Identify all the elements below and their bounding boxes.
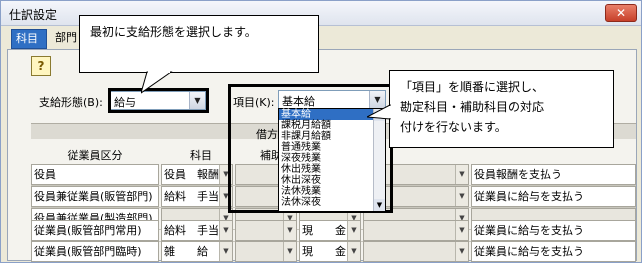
callout-second-line2: 勘定科目・補助科目の対応 — [400, 100, 545, 114]
debit-account: 給料 手当 — [164, 224, 219, 237]
description-cell[interactable]: 役員報酬を支払う — [471, 164, 636, 185]
chevron-down-icon[interactable]: ▼ — [455, 221, 468, 240]
tab-kamoku[interactable]: 科目 — [11, 29, 47, 49]
debit-sub-cell[interactable]: ▼ — [235, 220, 297, 241]
header-employee-kubun: 従業員区分 — [67, 149, 123, 162]
help-icon[interactable]: ? — [31, 56, 51, 76]
callout-second-line3: 付けを行ないます。 — [400, 120, 507, 134]
debit-account-cell[interactable]: 給料 手当 ▼ — [161, 186, 233, 207]
description-cell[interactable]: 従業員に給与を支払う — [471, 186, 636, 207]
debit-account-cell[interactable]: 雑 給 ▼ — [161, 241, 233, 262]
dropdown-option[interactable]: 休出深夜 — [279, 175, 385, 186]
chevron-down-icon[interactable]: ▼ — [347, 242, 360, 261]
chevron-down-icon[interactable]: ▼ — [455, 165, 468, 184]
scroll-down-icon[interactable]: ▼ — [374, 199, 385, 211]
debit-sub-cell[interactable]: ▼ — [235, 241, 297, 262]
callout-second-line1: 「項目」を順番に選択し、 — [400, 80, 545, 94]
credit-account-cell[interactable]: 現 金 ▼ — [299, 220, 361, 241]
credit-sub-cell[interactable]: ▼ — [363, 220, 469, 241]
row-employee-name: 従業員(販管部門臨時) — [31, 241, 159, 262]
chevron-down-icon[interactable]: ▼ — [347, 221, 360, 240]
close-button[interactable]: ✕ — [605, 4, 637, 22]
chevron-down-icon[interactable]: ▼ — [283, 221, 296, 240]
debit-account: 雑 給 — [164, 245, 208, 258]
dropdown-option[interactable]: 法休残業 — [279, 186, 385, 197]
callout-first: 最初に支給形態を選択します。 — [79, 15, 319, 73]
row-employee-name: 役員兼従業員(販管部門) — [31, 186, 159, 207]
description-cell[interactable]: 従業員に給与を支払う — [471, 241, 636, 262]
credit-account-cell[interactable]: 現 金 ▼ — [299, 241, 361, 262]
debit-account-cell[interactable]: 役員 報酬 ▼ — [161, 164, 233, 185]
chevron-down-icon[interactable]: ▼ — [219, 221, 232, 240]
callout-first-tail — [141, 71, 173, 94]
shiwake-settings-window: 仕訳設定 ✕ 科目 部門 ? 支給形態(B): 給与 ▼ 項目(K): 基本給 … — [0, 0, 642, 263]
debit-account: 役員 報酬 — [164, 168, 219, 181]
credit-sub-cell[interactable]: ▼ — [363, 241, 469, 262]
dropdown-option[interactable]: 法休深夜 — [279, 197, 385, 208]
shikyu-keitai-label: 支給形態(B): — [39, 96, 103, 109]
dropdown-option[interactable]: 非課月給額 — [279, 131, 385, 142]
callout-second-tail — [367, 104, 391, 120]
callout-first-text: 最初に支給形態を選択します。 — [90, 25, 257, 39]
table-row: 従業員(販管部門臨時) 雑 給 ▼ ▼ 現 金 ▼ ▼ 従業員に給与を支払う — [31, 241, 636, 262]
debit-account: 給料 手当 — [164, 190, 219, 203]
dropdown-option[interactable]: 普通残業 — [279, 142, 385, 153]
dropdown-option[interactable]: 休出残業 — [279, 164, 385, 175]
row-employee-name: 役員 — [31, 164, 159, 185]
chevron-down-icon[interactable]: ▼ — [455, 187, 468, 206]
table-row: 従業員(販管部門常用) 給料 手当 ▼ ▼ 現 金 ▼ ▼ 従業員に給与を支払う — [31, 220, 636, 242]
chevron-down-icon[interactable]: ▼ — [455, 242, 468, 261]
credit-account: 現 金 — [302, 245, 346, 258]
description-cell[interactable]: 従業員に給与を支払う — [471, 220, 636, 241]
debit-account-cell[interactable]: 給料 手当 ▼ — [161, 220, 233, 241]
chevron-down-icon[interactable]: ▼ — [283, 242, 296, 261]
row-employee-name: 従業員(販管部門常用) — [31, 220, 159, 241]
chevron-down-icon[interactable]: ▼ — [219, 242, 232, 261]
credit-account: 現 金 — [302, 224, 346, 237]
window-title: 仕訳設定 — [9, 8, 58, 22]
callout-second: 「項目」を順番に選択し、 勘定科目・補助科目の対応 付けを行ないます。 — [389, 70, 614, 148]
dropdown-option[interactable]: 深夜残業 — [279, 153, 385, 164]
